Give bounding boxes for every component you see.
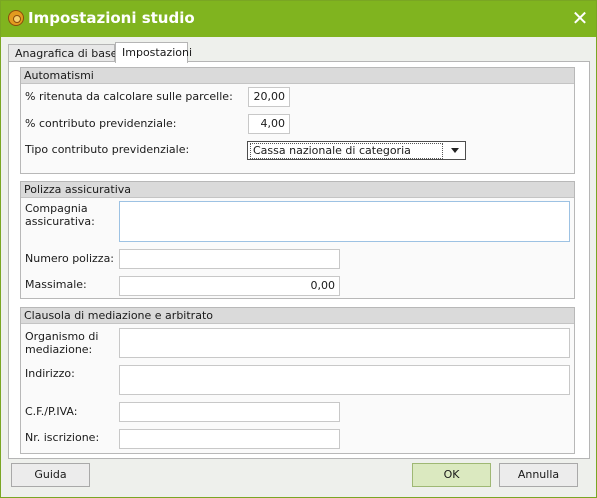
tab-anagrafica[interactable]: Anagrafica di base bbox=[8, 44, 117, 62]
tab-impostazioni[interactable]: Impostazioni bbox=[115, 42, 192, 63]
ok-button[interactable]: OK bbox=[412, 463, 491, 487]
contributo-label: % contributo previdenziale: bbox=[25, 117, 177, 130]
organismo-label-line2: mediazione: bbox=[25, 343, 93, 356]
settings-dialog: Impostazioni studio ✕ Anagrafica di base… bbox=[0, 0, 597, 498]
tipo-contributo-value: Cassa nazionale di categoria bbox=[250, 143, 443, 159]
numero-polizza-input[interactable] bbox=[119, 249, 340, 269]
compagnia-label-line1: Compagnia bbox=[25, 202, 88, 215]
group-header: Clausola di mediazione e arbitrato bbox=[21, 308, 574, 324]
title-bar[interactable]: Impostazioni studio ✕ bbox=[1, 1, 596, 37]
group-header: Polizza assicurativa bbox=[21, 182, 574, 198]
chevron-down-icon[interactable] bbox=[451, 148, 459, 153]
organismo-input[interactable] bbox=[119, 328, 570, 358]
indirizzo-input[interactable] bbox=[119, 365, 570, 395]
massimale-label: Massimale: bbox=[25, 278, 87, 291]
indirizzo-label: Indirizzo: bbox=[25, 367, 75, 380]
cf-piva-label: C.F./P.IVA: bbox=[25, 405, 78, 418]
contributo-input[interactable]: 4,00 bbox=[248, 114, 290, 134]
numero-polizza-label: Numero polizza: bbox=[25, 252, 115, 265]
group-header: Automatismi bbox=[21, 68, 574, 84]
compagnia-label-line2: assicurativa: bbox=[25, 215, 95, 228]
ritenuta-input[interactable]: 20,00 bbox=[248, 87, 290, 107]
annulla-button[interactable]: Annulla bbox=[499, 463, 578, 487]
organismo-label-line1: Organismo di bbox=[25, 330, 99, 343]
ritenuta-label: % ritenuta da calcolare sulle parcelle: bbox=[25, 90, 233, 103]
massimale-input[interactable]: 0,00 bbox=[119, 276, 340, 296]
close-icon[interactable]: ✕ bbox=[569, 7, 591, 29]
app-logo-icon bbox=[8, 10, 24, 26]
tipo-contributo-select[interactable]: Cassa nazionale di categoria bbox=[247, 141, 466, 160]
compagnia-input[interactable] bbox=[119, 201, 570, 242]
guida-button[interactable]: Guida bbox=[11, 463, 90, 487]
tipo-contributo-label: Tipo contributo previdenziale: bbox=[25, 143, 190, 156]
iscrizione-label: Nr. iscrizione: bbox=[25, 431, 100, 444]
dialog-title: Impostazioni studio bbox=[28, 9, 195, 27]
iscrizione-input[interactable] bbox=[119, 429, 340, 449]
cf-piva-input[interactable] bbox=[119, 402, 340, 422]
